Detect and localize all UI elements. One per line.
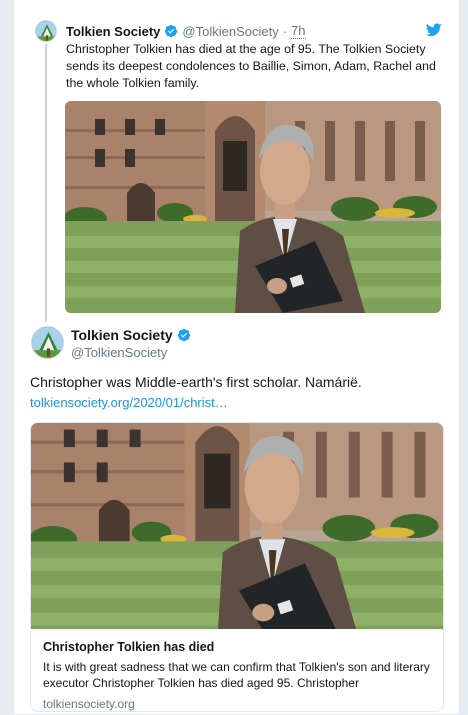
tolkien-society-avatar-large[interactable]: [31, 326, 64, 359]
author-name[interactable]: Tolkien Society: [66, 24, 160, 39]
author-handle[interactable]: @TolkienSociety: [71, 345, 167, 360]
tweet-timestamp[interactable]: 7h: [291, 23, 306, 39]
tolkien-society-avatar[interactable]: [35, 20, 57, 42]
verified-badge-icon: [164, 24, 178, 38]
parent-tweet-text: Christopher Tolkien has died at the age …: [66, 42, 436, 90]
link-preview-photo: [31, 423, 443, 629]
embedded-tweet-card: Tolkien Society @TolkienSociety · 7h Chr…: [13, 0, 460, 715]
main-tweet-text: Christopher was Middle-earth's first sch…: [30, 374, 362, 390]
link-card-domain: tolkiensociety.org: [43, 697, 135, 711]
link-card-title: Christopher Tolkien has died: [43, 640, 215, 654]
author-name[interactable]: Tolkien Society: [71, 327, 173, 343]
verified-badge-icon: [177, 328, 191, 342]
link-preview-card[interactable]: Christopher Tolkien has died It is with …: [30, 422, 444, 712]
author-handle[interactable]: @TolkienSociety: [182, 24, 278, 39]
separator-dot: ·: [282, 23, 288, 39]
parent-tweet-header: Tolkien Society @TolkienSociety · 7h: [66, 23, 306, 39]
article-link[interactable]: tolkiensociety.org/2020/01/christ…: [30, 395, 228, 410]
link-card-description: It is with great sadness that we can con…: [43, 660, 430, 690]
parent-tweet-photo[interactable]: [65, 101, 441, 313]
thread-connector-line: [45, 44, 47, 322]
twitter-bird-icon[interactable]: [426, 23, 442, 37]
main-author-name-row: Tolkien Society: [71, 327, 195, 343]
